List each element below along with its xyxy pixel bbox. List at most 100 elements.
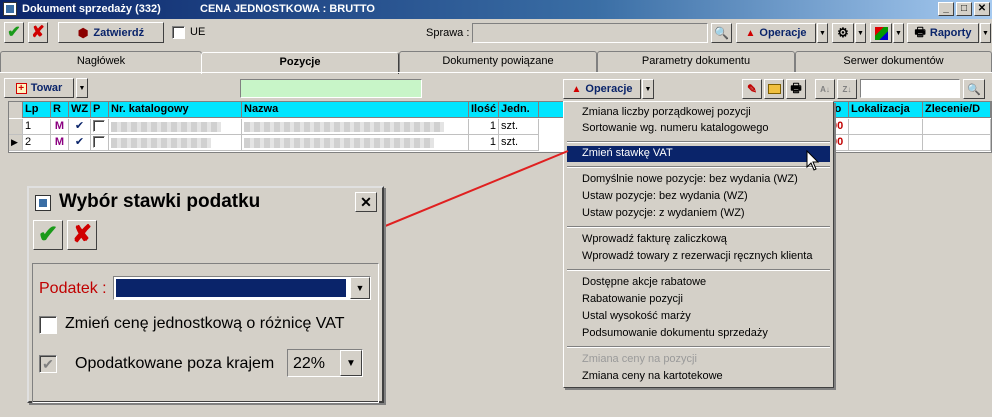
stamp-icon: ⬢ (77, 25, 89, 40)
table-row[interactable]: 1 M ✔ 1 szt. 00 (9, 119, 991, 135)
tab-dokumenty-powiazane[interactable]: Dokumenty powiązane (399, 51, 597, 72)
mouse-cursor-icon (806, 150, 820, 171)
ue-checkbox[interactable] (172, 26, 185, 39)
tab-naglowek[interactable]: Nagłówek (0, 51, 202, 72)
filter-search-button[interactable]: 🔍 (963, 79, 985, 99)
sprawa-field[interactable] (472, 23, 708, 43)
folder-button[interactable] (764, 79, 784, 99)
x-icon: ✘ (71, 221, 93, 248)
cell-lp: 2 (23, 135, 51, 151)
positions-operations-button[interactable]: ▲ Operacje (563, 79, 641, 99)
positions-operations-dropdown[interactable]: ▼ (642, 79, 654, 99)
podatek-select[interactable]: ▼ (113, 276, 371, 300)
magnifier-icon: 🔍 (967, 83, 981, 96)
menu-item-reservations[interactable]: Wprowadź towary z rezerwacji ręcznych kl… (567, 249, 830, 265)
settings-dropdown[interactable]: ▼ (855, 23, 866, 43)
red-triangle-icon: ▲ (571, 83, 582, 95)
palette-button[interactable] (870, 23, 892, 43)
chevron-down-icon: ▼ (857, 29, 864, 37)
chevron-down-icon: ▼ (346, 357, 356, 369)
sprawa-search-button[interactable]: 🔍 (711, 23, 732, 43)
menu-item-advance-invoice[interactable]: Wprowadź fakturę zaliczkową (567, 232, 830, 248)
maximize-button[interactable]: □ (956, 2, 972, 16)
tab-serwer-dokumentow[interactable]: Serwer dokumentów (795, 51, 992, 72)
pencil-icon: ✎ (746, 82, 758, 96)
dialog-close-button[interactable]: ✕ (355, 192, 377, 212)
chevron-down-icon: ▼ (644, 85, 652, 93)
menu-item-change-vat[interactable]: Zmień stawkę VAT (567, 146, 830, 162)
dialog-confirm-button[interactable]: ✔ (33, 220, 63, 250)
menu-separator (567, 226, 830, 228)
row-checkbox[interactable] (93, 136, 105, 148)
title-bar[interactable]: Dokument sprzedaży (332) CENA JEDNOSTKOW… (0, 0, 992, 19)
menu-item-summary[interactable]: Podsumowanie dokumentu sprzedaży (567, 326, 830, 342)
table-header: Lp R WZ P Nr. katalogowy Nazwa Ilość Jed… (9, 102, 991, 118)
palette-dropdown[interactable]: ▼ (893, 23, 904, 43)
menu-item-discount-positions[interactable]: Rabatowanie pozycji (567, 292, 830, 308)
minimize-button[interactable]: _ (938, 2, 954, 16)
cancel-icon-button[interactable]: ✘ (28, 22, 48, 43)
vat-rate-dropdown-button[interactable]: ▼ (340, 350, 362, 376)
cell-wz: ✔ (69, 135, 91, 151)
folder-icon (767, 84, 781, 94)
column-header[interactable]: Lp (23, 102, 51, 118)
close-window-button[interactable]: ✕ (974, 2, 990, 16)
menu-item-set-no-wz[interactable]: Ustaw pozycje: bez wydania (WZ) (567, 189, 830, 205)
print-positions-button[interactable]: 🖶 (786, 79, 806, 99)
sort-desc-button[interactable]: Z↓ (837, 79, 857, 99)
menu-item-price-change-catalog[interactable]: Zmiana ceny na kartotekowe (567, 369, 830, 385)
positions-search-input[interactable] (240, 79, 422, 98)
ue-label: UE (190, 26, 206, 38)
cell-location (849, 119, 923, 135)
top-operations-dropdown[interactable]: ▼ (817, 23, 828, 43)
tab-pozycje[interactable]: Pozycje (201, 52, 399, 74)
menu-item-set-with-wz[interactable]: Ustaw pozycje: z wydaniem (WZ) (567, 206, 830, 222)
column-header[interactable]: Nr. katalogowy (109, 102, 242, 118)
menu-item-default-no-wz[interactable]: Domyślnie nowe pozycje: bez wydania (WZ) (567, 172, 830, 188)
change-price-checkbox[interactable] (39, 316, 57, 334)
window-subtitle: CENA JEDNOSTKOWA : BRUTTO (200, 3, 375, 15)
cell-order (923, 135, 991, 151)
vat-rate-dialog: Wybór stawki podatku ✕ ✔ ✘ Podatek : ▼ Z… (27, 186, 384, 403)
podatek-dropdown-button[interactable]: ▼ (350, 277, 370, 299)
sprawa-label: Sprawa : (426, 27, 470, 39)
vat-rate-select[interactable]: 22% ▼ (287, 349, 363, 377)
taxed-abroad-checkbox[interactable]: ✔ (39, 355, 57, 373)
row-checkbox[interactable] (93, 120, 105, 132)
add-product-dropdown[interactable]: ▼ (76, 78, 88, 98)
column-header[interactable]: WZ (69, 102, 91, 118)
document-app-icon (3, 2, 17, 16)
settings-button[interactable]: ⚙ (832, 23, 854, 43)
add-product-button[interactable]: + Towar (4, 78, 74, 98)
column-header[interactable]: P (91, 102, 109, 118)
cell-p[interactable] (91, 135, 109, 151)
column-header[interactable]: Nazwa (242, 102, 469, 118)
approve-button[interactable]: ⬢ Zatwierdź (58, 22, 164, 43)
column-header[interactable]: Jedn. (499, 102, 539, 118)
column-header[interactable]: R (51, 102, 69, 118)
edit-position-button[interactable]: ✎ (742, 79, 762, 99)
reports-button[interactable]: 🖶 Raporty (907, 23, 979, 43)
menu-item-sort-catalog[interactable]: Sortowanie wg. numeru katalogowego (567, 121, 830, 137)
reports-dropdown[interactable]: ▼ (980, 23, 991, 43)
checkmark-icon: ✔ (37, 221, 59, 248)
menu-item-discount-actions[interactable]: Dostępne akcje rabatowe (567, 275, 830, 291)
filter-input[interactable] (860, 79, 960, 98)
top-operations-button[interactable]: ▲ Operacje (736, 23, 816, 43)
vat-rate-value: 22% (293, 355, 326, 372)
positions-table[interactable]: Lp R WZ P Nr. katalogowy Nazwa Ilość Jed… (8, 101, 992, 153)
podatek-selected-value (116, 279, 346, 297)
printer-icon: 🖶 (914, 24, 926, 39)
accept-icon-button[interactable]: ✔ (4, 22, 24, 43)
column-header[interactable]: Zlecenie/D (923, 102, 991, 118)
column-header[interactable]: Lokalizacja (849, 102, 923, 118)
column-header[interactable]: Ilość (469, 102, 499, 118)
menu-item-renumber[interactable]: Zmiana liczby porządkowej pozycji (567, 105, 830, 121)
row-indicator-header (9, 102, 23, 118)
cell-p[interactable] (91, 119, 109, 135)
tab-parametry-dokumentu[interactable]: Parametry dokumentu (597, 51, 795, 72)
menu-item-set-margin[interactable]: Ustal wysokość marży (567, 309, 830, 325)
sort-asc-button[interactable]: A↓ (815, 79, 835, 99)
dialog-title-bar[interactable]: Wybór stawki podatku ✕ (29, 188, 382, 216)
dialog-cancel-button[interactable]: ✘ (67, 220, 97, 250)
